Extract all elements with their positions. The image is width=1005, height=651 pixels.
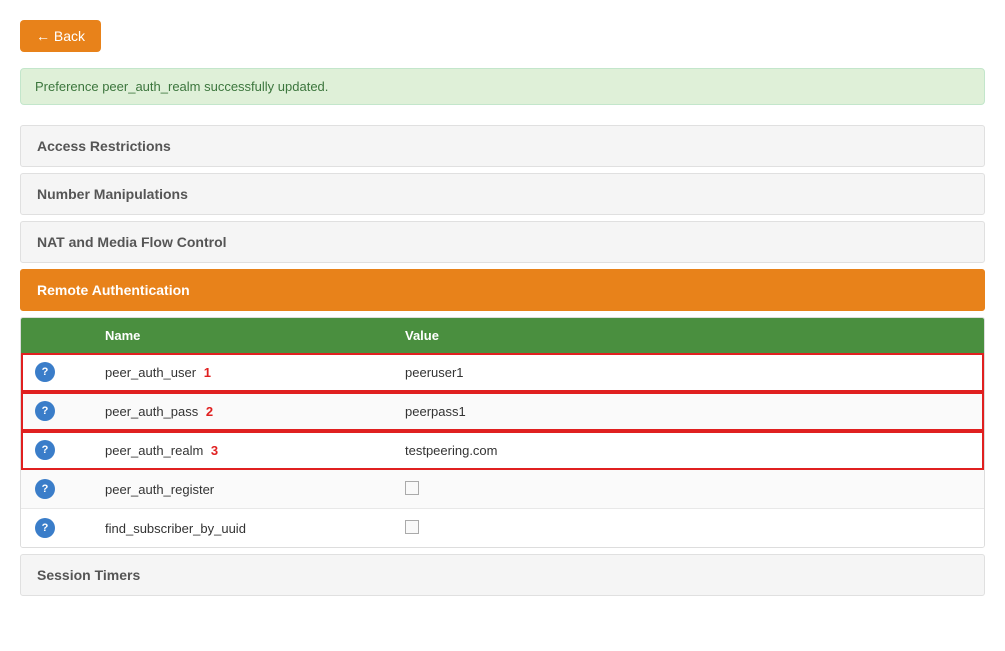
section-access-restrictions[interactable]: Access Restrictions — [20, 125, 985, 167]
session-timers-section[interactable]: Session Timers — [20, 554, 985, 596]
row-name: peer_auth_pass 2 — [91, 392, 391, 431]
section-remote-auth[interactable]: Remote Authentication — [20, 269, 985, 311]
row-info-cell: ? — [21, 431, 91, 470]
row-name: find_subscriber_by_uuid — [91, 509, 391, 548]
col-header-value: Value — [391, 318, 864, 353]
col-header-icon — [21, 318, 91, 353]
row-action — [864, 470, 984, 509]
section-number-manipulations[interactable]: Number Manipulations — [20, 173, 985, 215]
col-header-name: Name — [91, 318, 391, 353]
row-number: 3 — [207, 443, 218, 458]
table-row: ? peer_auth_register — [21, 470, 984, 509]
row-info-cell: ? — [21, 392, 91, 431]
section-nat-media-flow[interactable]: NAT and Media Flow Control — [20, 221, 985, 263]
row-info-cell: ? — [21, 470, 91, 509]
col-header-action — [864, 318, 984, 353]
row-info-cell: ? — [21, 353, 91, 392]
remote-auth-table: NameValue? peer_auth_user 1peeruser1? peer… — [20, 317, 985, 548]
table-row: ? peer_auth_realm 3testpeering.com — [21, 431, 984, 470]
table-row: ? peer_auth_user 1peeruser1 — [21, 353, 984, 392]
row-name: peer_auth_realm 3 — [91, 431, 391, 470]
row-value — [391, 470, 864, 509]
row-action — [864, 392, 984, 431]
row-action — [864, 353, 984, 392]
row-name: peer_auth_register — [91, 470, 391, 509]
row-value: peeruser1 — [391, 353, 864, 392]
row-action — [864, 431, 984, 470]
row-value: testpeering.com — [391, 431, 864, 470]
row-value — [391, 509, 864, 548]
row-action — [864, 509, 984, 548]
info-icon[interactable]: ? — [35, 362, 55, 382]
row-value: peerpass1 — [391, 392, 864, 431]
success-banner: Preference peer_auth_realm successfully … — [20, 68, 985, 105]
info-icon[interactable]: ? — [35, 479, 55, 499]
table-row: ? peer_auth_pass 2peerpass1 — [21, 392, 984, 431]
row-name: peer_auth_user 1 — [91, 353, 391, 392]
back-button[interactable]: ← Back — [20, 20, 101, 52]
info-icon[interactable]: ? — [35, 518, 55, 538]
info-icon[interactable]: ? — [35, 440, 55, 460]
row-number: 2 — [202, 404, 213, 419]
row-info-cell: ? — [21, 509, 91, 548]
info-icon[interactable]: ? — [35, 401, 55, 421]
table-row: ? find_subscriber_by_uuid — [21, 509, 984, 548]
checkbox-value[interactable] — [405, 520, 419, 534]
row-number: 1 — [200, 365, 211, 380]
checkbox-value[interactable] — [405, 481, 419, 495]
